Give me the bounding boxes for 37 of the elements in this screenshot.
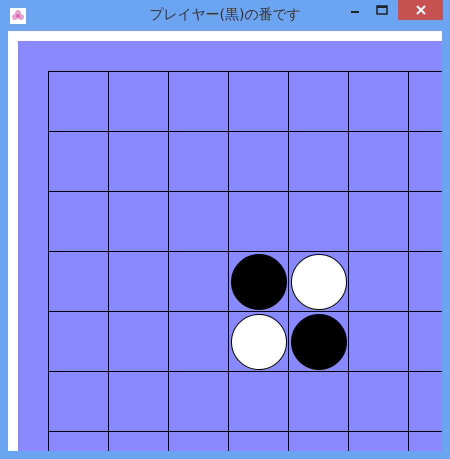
board-cell[interactable] xyxy=(168,131,228,191)
board-cell[interactable] xyxy=(288,191,348,251)
board-cell[interactable] xyxy=(108,191,168,251)
board-cell[interactable] xyxy=(348,371,408,431)
board-cell[interactable] xyxy=(288,131,348,191)
board-cell[interactable] xyxy=(168,371,228,431)
board-cell[interactable] xyxy=(48,131,108,191)
board-cell[interactable] xyxy=(48,251,108,311)
board-cell[interactable] xyxy=(168,251,228,311)
board-cell[interactable] xyxy=(168,311,228,371)
board-cell[interactable] xyxy=(108,71,168,131)
board-cell[interactable] xyxy=(228,371,288,431)
board-cell[interactable] xyxy=(288,371,348,431)
close-icon xyxy=(416,5,426,15)
board-cell[interactable] xyxy=(348,131,408,191)
board-cell[interactable] xyxy=(228,131,288,191)
flower-icon xyxy=(10,8,26,24)
board-cell[interactable] xyxy=(348,71,408,131)
maximize-icon xyxy=(376,5,388,15)
board-cell[interactable] xyxy=(48,191,108,251)
board-cell[interactable] xyxy=(48,311,108,371)
board-cell[interactable] xyxy=(48,371,108,431)
board-cell[interactable] xyxy=(288,71,348,131)
board-cell[interactable] xyxy=(168,191,228,251)
window-title: プレイヤー(黒)の番です xyxy=(150,6,300,24)
board-cell[interactable] xyxy=(108,131,168,191)
board-cell[interactable] xyxy=(348,191,408,251)
board-cell[interactable] xyxy=(108,311,168,371)
board-cell[interactable] xyxy=(108,251,168,311)
board-cell[interactable] xyxy=(48,71,108,131)
board-cell[interactable] xyxy=(168,71,228,131)
board-cell[interactable] xyxy=(228,191,288,251)
board-cell[interactable] xyxy=(348,251,408,311)
board-cell[interactable] xyxy=(228,71,288,131)
board-cell[interactable] xyxy=(108,371,168,431)
close-button[interactable] xyxy=(398,0,443,20)
board-cell[interactable] xyxy=(348,311,408,371)
